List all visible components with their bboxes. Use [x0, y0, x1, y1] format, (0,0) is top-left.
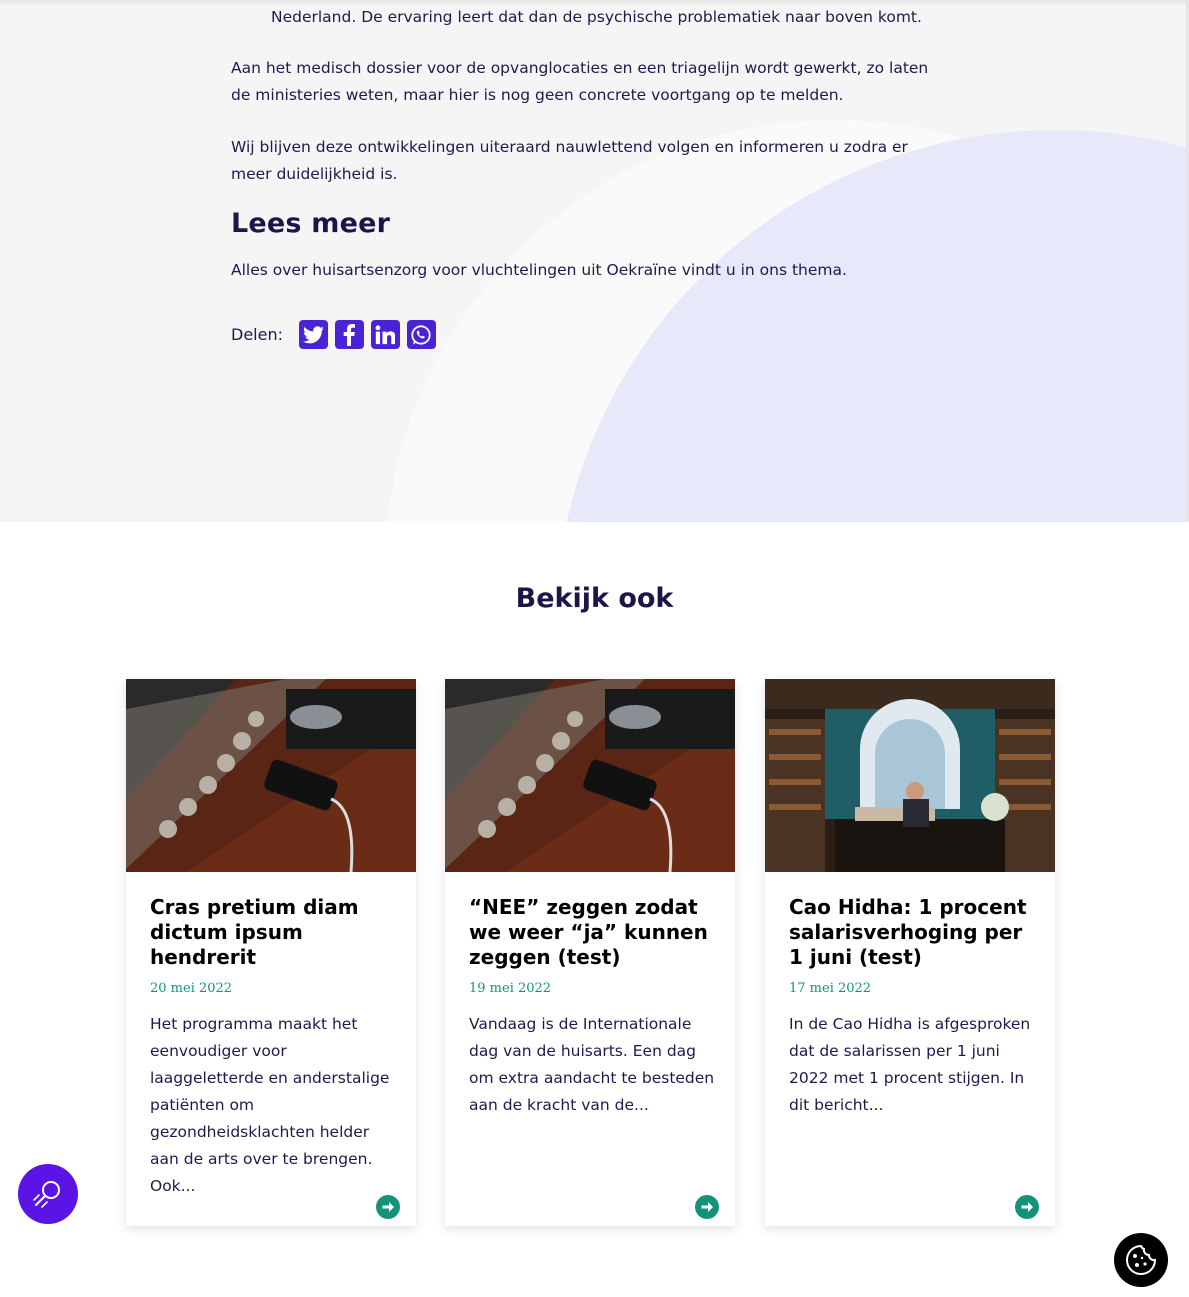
- read-more-text: Alles over huisartsenzorg voor vluchteli…: [231, 261, 847, 279]
- card-date: 17 mei 2022: [789, 981, 872, 996]
- card-excerpt: Vandaag is de Internationale dag van de …: [469, 1015, 715, 1114]
- search-icon: [33, 1181, 60, 1208]
- read-more-heading: Lees meer: [231, 208, 391, 239]
- facebook-icon[interactable]: [334, 320, 364, 349]
- card-excerpt: Het programma maakt het eenvoudiger voor…: [150, 1015, 390, 1195]
- card-image-record-player: [445, 679, 735, 872]
- card-image-record-player: [126, 679, 416, 872]
- card-title[interactable]: Cao Hidha: 1 procent salarisverhoging pe…: [789, 895, 1039, 970]
- cookie-icon: [1126, 1244, 1157, 1275]
- related-card[interactable]: “NEE” zeggen zodat we weer “ja” kunnen z…: [445, 679, 735, 1226]
- cookie-settings-button[interactable]: [1114, 1233, 1168, 1287]
- article-paragraph: Wij blijven deze ontwikkelingen uiteraar…: [231, 138, 908, 183]
- twitter-icon[interactable]: [298, 320, 328, 349]
- whatsapp-icon[interactable]: [406, 320, 436, 349]
- arrow-right-icon[interactable]: [695, 1195, 719, 1219]
- card-title[interactable]: “NEE” zeggen zodat we weer “ja” kunnen z…: [469, 895, 719, 970]
- related-card[interactable]: Cao Hidha: 1 procent salarisverhoging pe…: [765, 679, 1055, 1226]
- card-date: 19 mei 2022: [469, 981, 552, 996]
- arrow-right-icon[interactable]: [1015, 1195, 1039, 1219]
- share-label: Delen:: [231, 325, 283, 344]
- share-bar: Delen:: [231, 320, 443, 349]
- related-card[interactable]: Cras pretium diam dictum ipsum hendrerit…: [126, 679, 416, 1226]
- arrow-right-icon[interactable]: [376, 1195, 400, 1219]
- search-button[interactable]: [18, 1164, 78, 1224]
- card-image-bookstore: [765, 679, 1055, 872]
- article-paragraph: Aan het medisch dossier voor de opvanglo…: [231, 59, 929, 104]
- linkedin-icon[interactable]: [370, 320, 400, 349]
- card-excerpt: In de Cao Hidha is afgesproken dat de sa…: [789, 1015, 1031, 1114]
- card-date: 20 mei 2022: [150, 981, 233, 996]
- article-paragraph: Nederland. De ervaring leert dat dan de …: [271, 8, 922, 26]
- related-section-title: Bekijk ook: [515, 583, 674, 614]
- card-title[interactable]: Cras pretium diam dictum ipsum hendrerit: [150, 895, 400, 970]
